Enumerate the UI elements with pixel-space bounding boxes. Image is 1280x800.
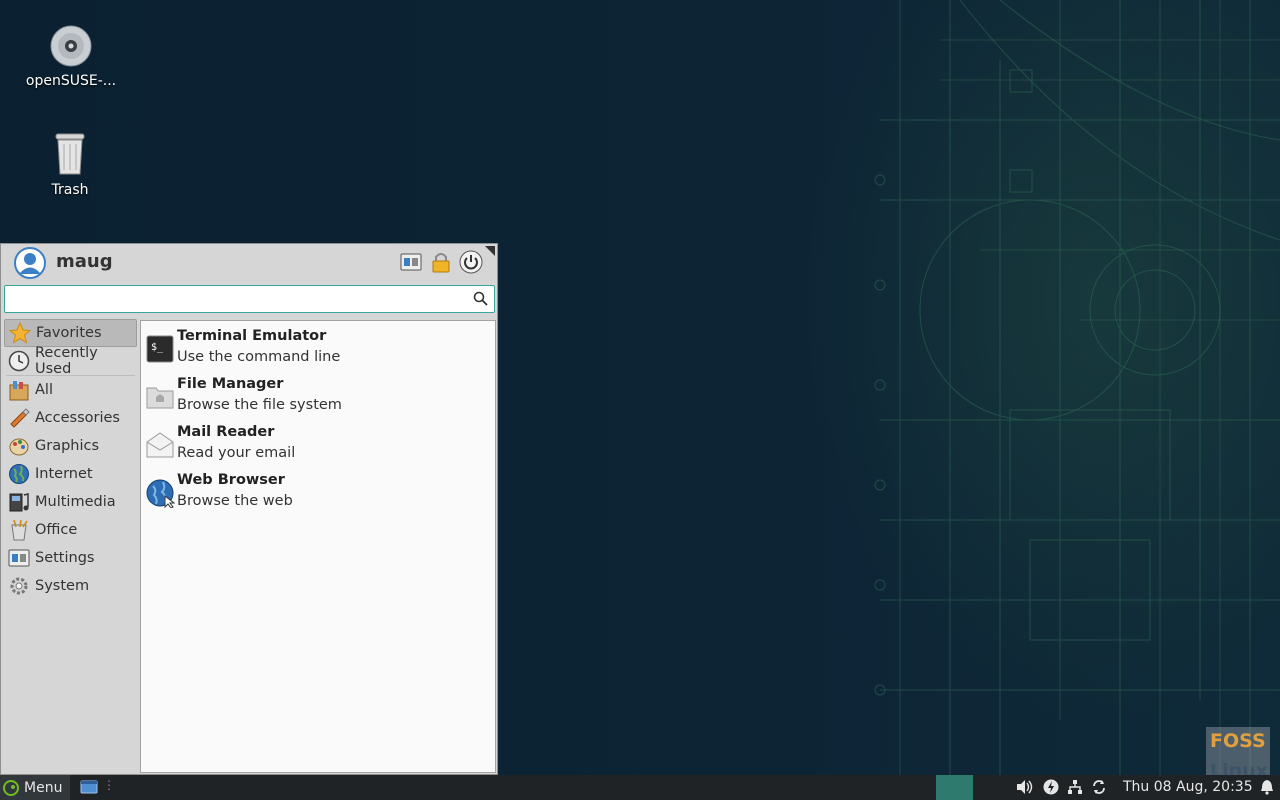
app-name: Web Browser bbox=[177, 472, 285, 488]
accessories-icon bbox=[10, 408, 30, 428]
app-description: Browse the file system bbox=[177, 397, 342, 413]
watermark-line1: FOSS bbox=[1210, 730, 1266, 752]
category-label: System bbox=[35, 578, 90, 594]
power-button[interactable] bbox=[458, 249, 484, 275]
category-settings[interactable]: Settings bbox=[4, 544, 137, 572]
search-field[interactable] bbox=[4, 285, 495, 313]
desktop-icon-label: openSUSE-... bbox=[25, 73, 117, 89]
settings-icon bbox=[8, 549, 30, 567]
gear-icon bbox=[10, 577, 28, 595]
lock-screen-button[interactable] bbox=[428, 249, 454, 275]
taskbar: Menu ⋮ Thu 08 Aug, 20:35 bbox=[0, 775, 1280, 800]
app-item-mail-reader[interactable]: Mail Reader Read your email bbox=[144, 422, 489, 466]
globe-icon bbox=[9, 464, 29, 484]
app-description: Read your email bbox=[177, 445, 296, 461]
app-item-web-browser[interactable]: Web Browser Browse the web bbox=[144, 470, 489, 514]
trash-icon bbox=[55, 133, 85, 175]
multimedia-icon bbox=[9, 493, 29, 512]
app-item-terminal[interactable]: $_ Terminal Emulator Use the command lin… bbox=[144, 326, 489, 370]
username: maug bbox=[56, 251, 113, 272]
category-multimedia[interactable]: Multimedia bbox=[4, 488, 137, 516]
graphics-icon bbox=[9, 438, 29, 456]
category-recently-used[interactable]: Recently Used bbox=[4, 345, 137, 377]
category-list: Favorites Recently Used All Accessories bbox=[4, 319, 137, 600]
window-icon[interactable] bbox=[80, 779, 98, 795]
notification-bell-icon[interactable] bbox=[1260, 779, 1274, 795]
power-icon bbox=[459, 250, 483, 274]
desktop-icon-label: Trash bbox=[51, 182, 89, 198]
category-label: All bbox=[35, 382, 53, 398]
category-internet[interactable]: Internet bbox=[4, 460, 137, 488]
disc-icon bbox=[50, 25, 92, 67]
category-label: Recently Used bbox=[35, 345, 98, 377]
clock[interactable]: Thu 08 Aug, 20:35 bbox=[1123, 779, 1253, 795]
desktop-icon-trash[interactable]: Trash bbox=[20, 130, 120, 198]
whisker-menu-button[interactable]: Menu bbox=[0, 775, 70, 800]
app-description: Browse the web bbox=[177, 493, 293, 509]
folder-icon bbox=[146, 387, 174, 409]
all-apps-icon bbox=[9, 381, 29, 401]
category-label: Accessories bbox=[35, 410, 120, 426]
settings-manager-button[interactable] bbox=[398, 249, 424, 275]
menu-header: maug bbox=[1, 244, 497, 282]
volume-icon[interactable] bbox=[1016, 779, 1034, 795]
app-name: Mail Reader bbox=[177, 424, 275, 440]
lock-icon bbox=[432, 253, 450, 273]
clock-icon bbox=[8, 350, 30, 372]
category-all[interactable]: All bbox=[4, 376, 137, 404]
web-browser-icon bbox=[146, 479, 175, 508]
terminal-icon: $_ bbox=[146, 335, 174, 363]
category-label: Multimedia bbox=[35, 494, 116, 510]
category-label: Favorites bbox=[36, 325, 102, 341]
category-label: Graphics bbox=[35, 438, 100, 454]
desktop-icon-opensuse[interactable]: openSUSE-... bbox=[21, 25, 121, 89]
panel-handle-icon[interactable]: ⋮ bbox=[103, 778, 115, 792]
network-icon[interactable] bbox=[1067, 779, 1083, 795]
category-accessories[interactable]: Accessories bbox=[4, 404, 137, 432]
application-list: $_ Terminal Emulator Use the command lin… bbox=[140, 320, 496, 773]
search-icon bbox=[473, 291, 488, 306]
menu-button-label: Menu bbox=[24, 779, 63, 796]
category-label: Settings bbox=[35, 550, 95, 566]
user-avatar-icon bbox=[14, 247, 46, 279]
category-label: Internet bbox=[35, 466, 93, 482]
update-icon[interactable] bbox=[1091, 779, 1107, 795]
app-name: Terminal Emulator bbox=[177, 328, 327, 344]
opensuse-logo-icon bbox=[3, 779, 19, 796]
search-input[interactable] bbox=[5, 286, 465, 312]
app-description: Use the command line bbox=[177, 349, 341, 365]
workspace-switcher[interactable] bbox=[936, 775, 973, 800]
svg-text:$_: $_ bbox=[151, 342, 164, 353]
category-label: Office bbox=[35, 522, 78, 538]
app-item-file-manager[interactable]: File Manager Browse the file system bbox=[144, 374, 489, 418]
app-name: File Manager bbox=[177, 376, 284, 392]
category-system[interactable]: System bbox=[4, 572, 137, 600]
category-office[interactable]: Office bbox=[4, 516, 137, 544]
category-favorites[interactable]: Favorites bbox=[4, 319, 137, 347]
power-manager-icon[interactable] bbox=[1043, 779, 1059, 795]
mail-icon bbox=[146, 432, 174, 458]
settings-manager-icon bbox=[400, 253, 422, 271]
category-graphics[interactable]: Graphics bbox=[4, 432, 137, 460]
office-icon bbox=[11, 519, 28, 541]
application-menu: maug Favorites Recently Used All Accesso… bbox=[0, 243, 498, 775]
star-icon bbox=[9, 322, 31, 344]
